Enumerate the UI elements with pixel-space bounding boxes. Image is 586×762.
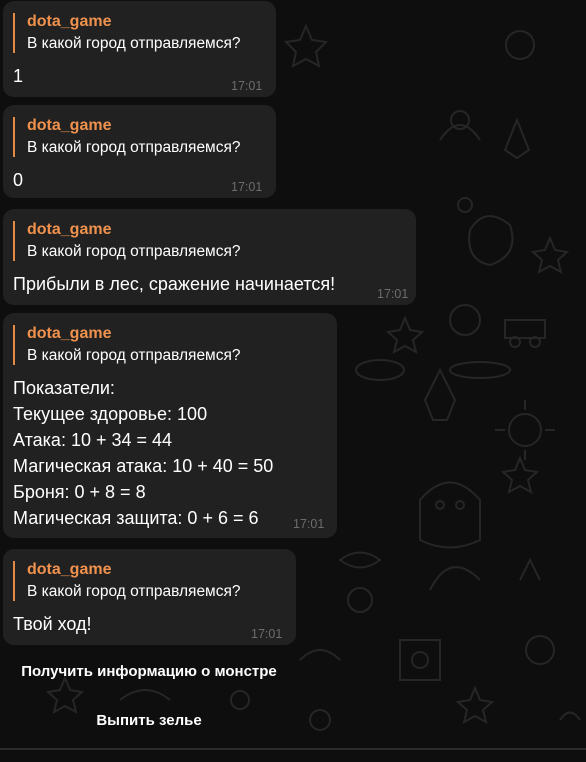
message-text: Твой ход! xyxy=(13,614,92,634)
reply-quote-text: В какой город отправляемся? xyxy=(27,139,241,156)
reply-author: dota_game xyxy=(27,221,112,238)
message-timestamp: 17:01 xyxy=(293,517,325,531)
drink-potion-button[interactable]: Выпить зелье xyxy=(0,711,298,731)
reply-preview[interactable]: dota_game В какой город отправляемся? xyxy=(13,325,240,365)
reply-quote-text: В какой город отправляемся? xyxy=(27,35,241,52)
reply-author: dota_game xyxy=(27,561,112,578)
message-bubble[interactable]: dota_game В какой город отправляемся? 0 … xyxy=(3,105,276,198)
reply-quote-text: В какой город отправляемся? xyxy=(27,243,241,260)
message-bubble[interactable]: dota_game В какой город отправляемся? Пр… xyxy=(3,209,416,305)
reply-author: dota_game xyxy=(27,13,112,30)
message-text: 0 xyxy=(13,170,24,190)
message-bubble[interactable]: dota_game В какой город отправляемся? Тв… xyxy=(3,549,296,645)
reply-author: dota_game xyxy=(27,117,112,134)
reply-quote-text: В какой город отправляемся? xyxy=(27,583,241,600)
message-timestamp: 17:01 xyxy=(231,180,263,194)
reply-preview[interactable]: dota_game В какой город отправляемся? xyxy=(13,561,240,601)
message-text: Прибыли в лес, сражение начинается! xyxy=(13,274,336,294)
input-divider xyxy=(0,748,586,750)
reply-preview[interactable]: dota_game В какой город отправляемся? xyxy=(13,221,240,261)
reply-preview[interactable]: dota_game В какой город отправляемся? xyxy=(13,13,240,53)
message-timestamp: 17:01 xyxy=(231,79,263,93)
reply-author: dota_game xyxy=(27,325,112,342)
message-text: Показатели: Текущее здоровье: 100 Атака:… xyxy=(13,378,274,528)
message-timestamp: 17:01 xyxy=(377,287,409,301)
reply-preview[interactable]: dota_game В какой город отправляемся? xyxy=(13,117,240,157)
message-timestamp: 17:01 xyxy=(251,627,283,641)
message-bubble[interactable]: dota_game В какой город отправляемся? По… xyxy=(3,313,337,538)
monster-info-button[interactable]: Получить информацию о монстре xyxy=(0,662,298,682)
message-bubble[interactable]: dota_game В какой город отправляемся? 1 … xyxy=(3,1,276,97)
message-text: 1 xyxy=(13,66,24,86)
reply-quote-text: В какой город отправляемся? xyxy=(27,347,241,364)
chat-message-list: dota_game В какой город отправляемся? 1 … xyxy=(0,0,586,762)
